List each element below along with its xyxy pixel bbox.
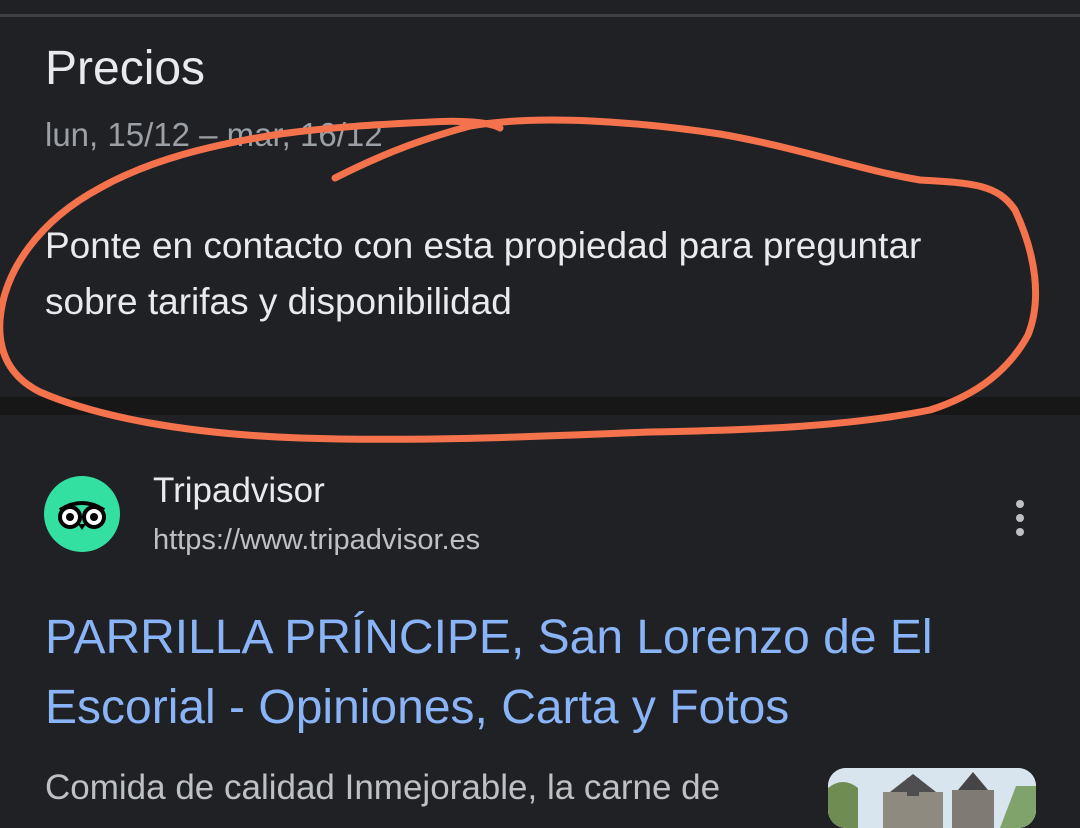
result-snippet: Comida de calidad Inmejorable, la carne … (45, 768, 721, 807)
prices-heading: Precios (45, 42, 206, 95)
menu-dot (1016, 528, 1024, 536)
site-name[interactable]: Tripadvisor (153, 470, 325, 512)
date-range[interactable]: lun, 15/12 – mar, 16/12 (45, 113, 383, 157)
more-vert-icon[interactable] (1000, 496, 1040, 540)
section-divider (0, 397, 1080, 415)
result-title-link[interactable]: PARRILLA PRÍNCIPE, San Lorenzo de El Esc… (45, 603, 1035, 743)
menu-dot (1016, 500, 1024, 508)
site-url[interactable]: https://www.tripadvisor.es (153, 521, 480, 559)
contact-property-message: Ponte en contacto con esta propiedad par… (45, 225, 922, 322)
result-thumbnail[interactable] (828, 768, 1036, 828)
tripadvisor-owl-icon[interactable] (44, 476, 120, 552)
menu-dot (1016, 514, 1024, 522)
